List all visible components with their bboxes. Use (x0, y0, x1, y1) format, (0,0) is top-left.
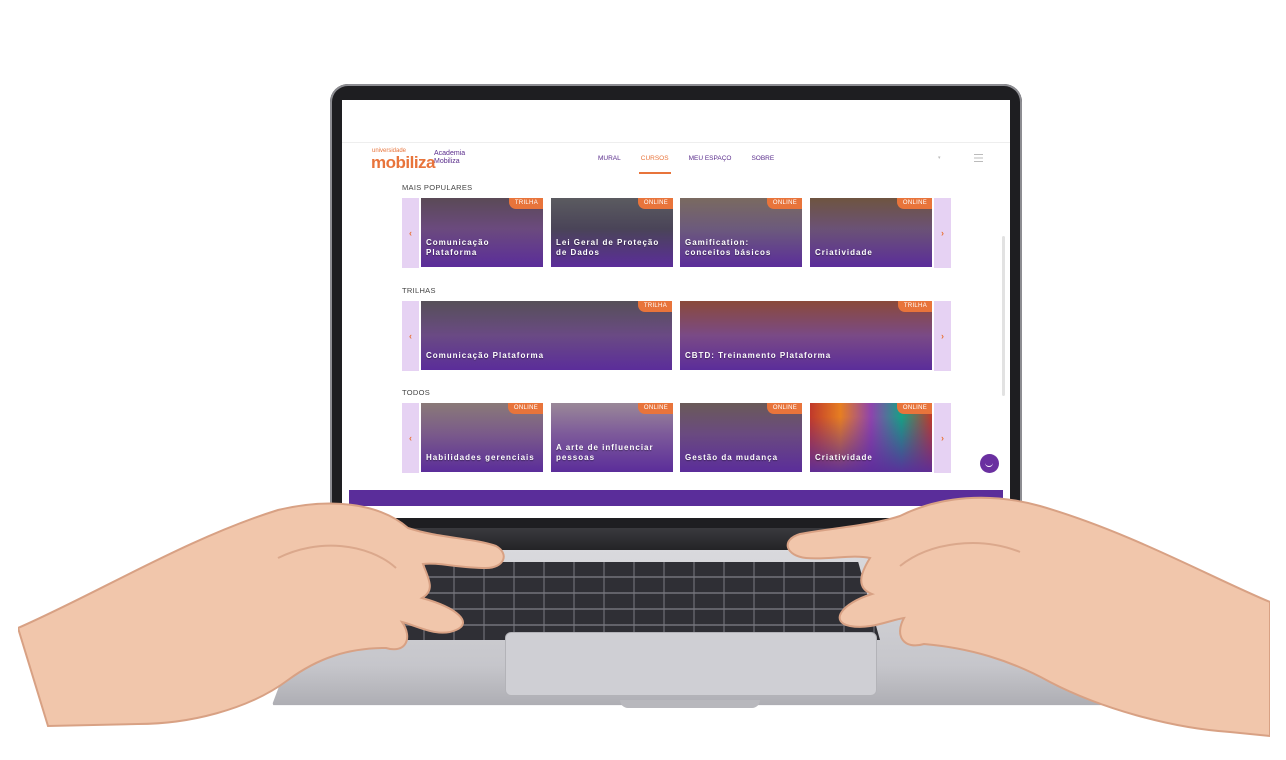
card-badge: ONLINE (507, 403, 543, 414)
card-badge: ONLINE (766, 198, 802, 209)
carousel-next-button[interactable]: › (934, 403, 951, 473)
academy-name: Academia Mobiliza (434, 150, 465, 166)
card-badge: ONLINE (766, 403, 802, 414)
language-selector[interactable]: ▾ (938, 155, 941, 161)
course-card[interactable]: TRILHA CBTD: Treinamento Plataforma (680, 301, 932, 370)
course-card[interactable]: ONLINE Criatividade (810, 403, 932, 472)
card-title: Criatividade (815, 453, 873, 462)
course-card[interactable]: ONLINE A arte de influenciar pessoas (551, 403, 673, 472)
course-card[interactable]: ONLINE Gamification: conceitos básicos (680, 198, 802, 267)
page-scrollbar[interactable] (1002, 236, 1005, 396)
hamburger-menu-icon[interactable] (974, 154, 983, 162)
carousel-next-button[interactable]: › (934, 301, 951, 371)
card-badge: ONLINE (896, 403, 932, 414)
laptop-front-notch (620, 700, 760, 708)
nav-sobre[interactable]: SOBRE (741, 155, 784, 173)
nav-meu-espaco[interactable]: MEU ESPAÇO (679, 155, 742, 173)
laptop-screen: universidade mobiliza Academia Mobiliza … (342, 100, 1010, 518)
academy-line-2: Mobiliza (434, 158, 460, 165)
left-hand-image (18, 502, 505, 728)
card-badge: ONLINE (896, 198, 932, 209)
course-card[interactable]: ONLINE Lei Geral de Proteção de Dados (551, 198, 673, 267)
card-title: Criatividade (815, 248, 873, 257)
right-hand-image (786, 496, 1270, 738)
card-badge: TRILHA (508, 198, 543, 209)
card-badge: TRILHA (637, 301, 672, 312)
card-title: Habilidades gerenciais (426, 453, 535, 462)
card-title: CBTD: Treinamento Plataforma (685, 351, 832, 360)
carousel-prev-button[interactable]: ‹ (402, 198, 419, 268)
card-title: A arte de influenciar pessoas (556, 443, 654, 462)
nav-mural[interactable]: MURAL (588, 155, 631, 173)
chat-icon[interactable] (980, 454, 999, 473)
card-badge: ONLINE (637, 198, 673, 209)
card-badge: TRILHA (897, 301, 932, 312)
card-title: Gamification: conceitos básicos (685, 238, 772, 257)
carousel-prev-button[interactable]: ‹ (402, 403, 419, 473)
section-title-todos: TODOS (402, 388, 431, 397)
academy-line-1: Academia (434, 150, 466, 157)
site-logo[interactable]: mobiliza (371, 153, 436, 173)
section-title-trilhas: TRILHAS (402, 286, 436, 295)
card-title: Gestão da mudança (685, 453, 779, 462)
nav-cursos[interactable]: CURSOS (631, 155, 679, 174)
card-badge: ONLINE (637, 403, 673, 414)
course-card[interactable]: ONLINE Gestão da mudança (680, 403, 802, 472)
main-nav: MURAL CURSOS MEU ESPAÇO SOBRE (588, 155, 784, 174)
site-header: universidade mobiliza Academia Mobiliza … (342, 143, 1010, 175)
card-title: Comunicação Plataforma (426, 351, 545, 360)
card-title: Lei Geral de Proteção de Dados (556, 238, 660, 257)
section-title-mais-populares: MAIS POPULARES (402, 183, 473, 192)
card-title: Comunicação Plataforma (426, 238, 490, 257)
browser-top-strip (342, 100, 1010, 143)
course-card[interactable]: TRILHA Comunicação Plataforma (421, 198, 543, 267)
course-card[interactable]: ONLINE Criatividade (810, 198, 932, 267)
carousel-prev-button[interactable]: ‹ (402, 301, 419, 371)
carousel-next-button[interactable]: › (934, 198, 951, 268)
course-card[interactable]: TRILHA Comunicação Plataforma (421, 301, 672, 370)
course-card[interactable]: ONLINE Habilidades gerenciais (421, 403, 543, 472)
